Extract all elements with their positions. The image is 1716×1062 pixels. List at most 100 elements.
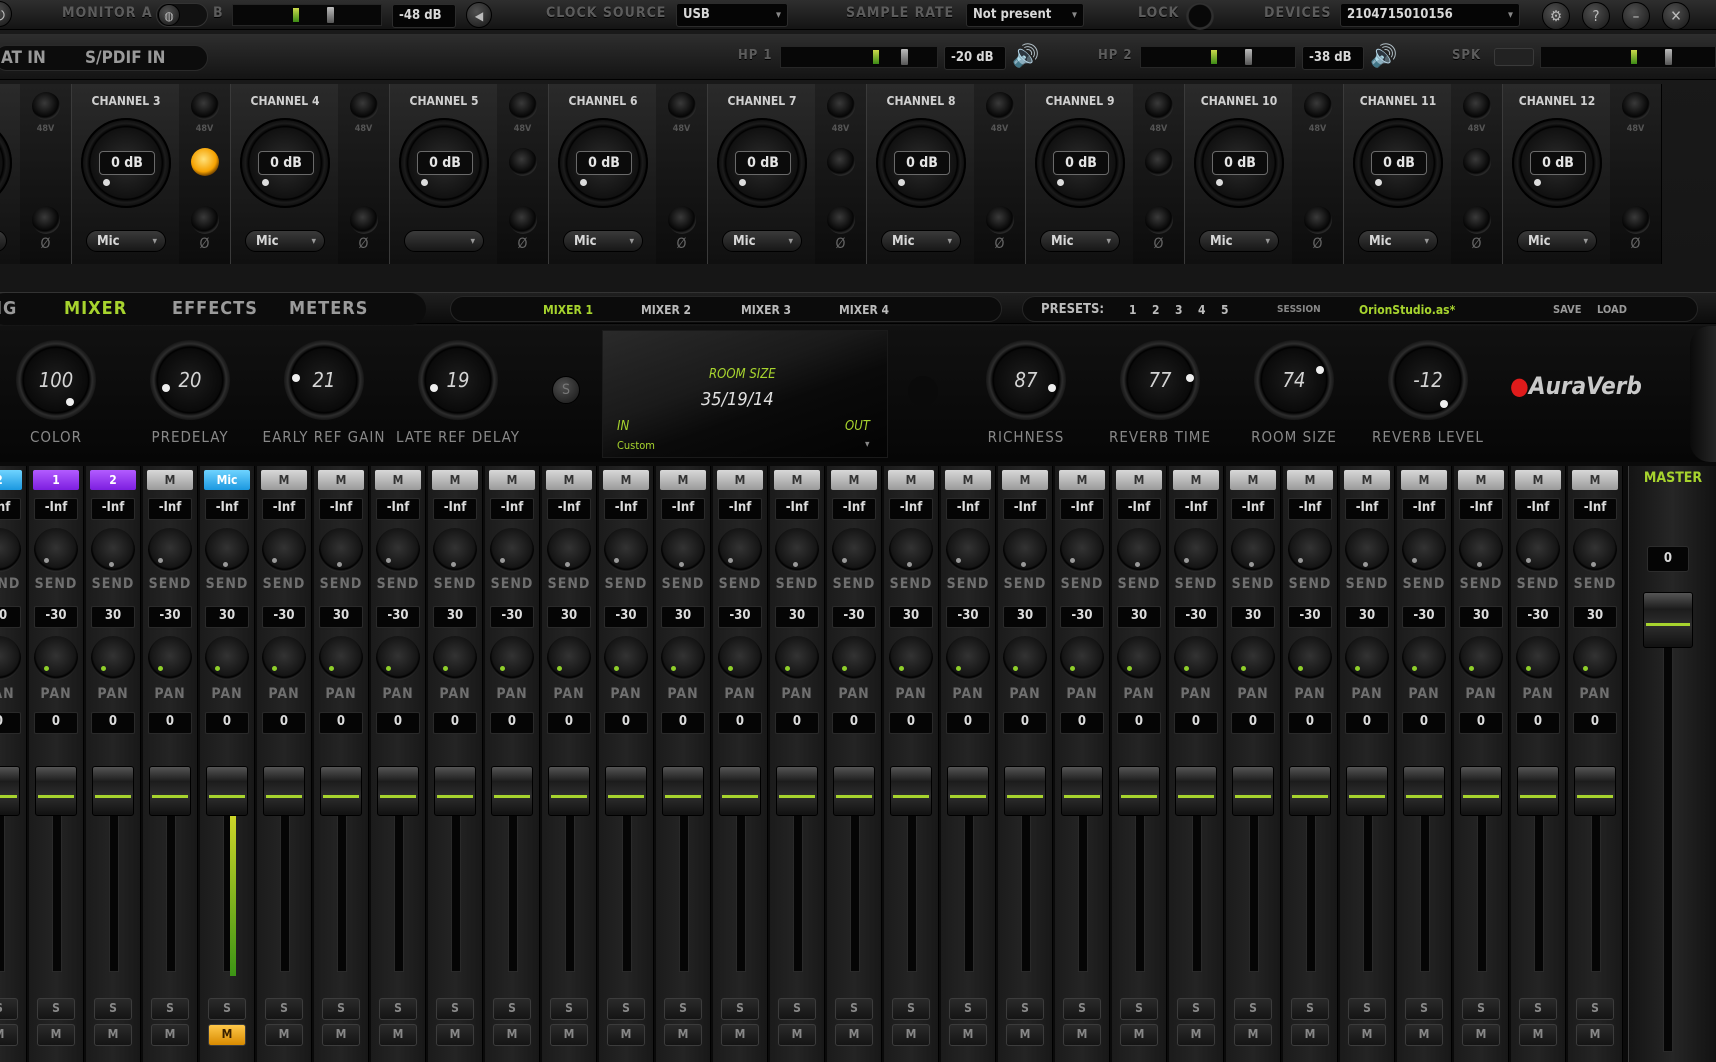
mix-assign-button[interactable]: Mic — [204, 470, 250, 490]
channel-fader[interactable] — [1232, 766, 1274, 816]
phantom-power-button[interactable] — [508, 92, 537, 120]
hp1-speaker-icon[interactable]: 🔊 — [1012, 44, 1039, 69]
mix-assign-button[interactable]: 2 — [90, 470, 136, 490]
solo-button[interactable]: S — [1006, 998, 1044, 1020]
pan-knob[interactable] — [832, 636, 876, 680]
solo-button[interactable]: S — [1234, 998, 1272, 1020]
pan-knob[interactable] — [376, 636, 420, 680]
send-knob[interactable] — [148, 528, 192, 572]
input-type-select[interactable]: Mic — [245, 230, 325, 253]
solo-button[interactable]: S — [151, 998, 189, 1020]
display-preset-chevron-icon[interactable]: ▾ — [865, 439, 870, 450]
send-knob[interactable] — [262, 528, 306, 572]
link-button[interactable] — [1303, 206, 1332, 234]
phase-invert-icon[interactable]: Ø — [833, 236, 849, 252]
device-select[interactable]: 2104715010156 — [1340, 3, 1520, 27]
channel-fader[interactable] — [434, 766, 476, 816]
mix-assign-button[interactable]: M — [1344, 470, 1390, 490]
channel-fader[interactable] — [1460, 766, 1502, 816]
send-knob[interactable] — [889, 528, 933, 572]
preset-2-button[interactable]: 2 — [1152, 297, 1160, 323]
tab-spdif-in[interactable]: S/PDIF IN — [85, 48, 165, 68]
mix-assign-button[interactable]: M — [660, 470, 706, 490]
mix-assign-button[interactable]: M — [945, 470, 991, 490]
mute-button[interactable]: M — [379, 1024, 417, 1046]
channel-fader[interactable] — [719, 766, 761, 816]
pan-knob[interactable] — [1231, 636, 1275, 680]
pan-knob[interactable] — [718, 636, 762, 680]
speaker-mute-icon[interactable]: ◀ — [466, 2, 492, 28]
mute-button[interactable]: M — [1291, 1024, 1329, 1046]
send-knob[interactable] — [775, 528, 819, 572]
mute-button[interactable]: M — [493, 1024, 531, 1046]
pan-knob[interactable] — [661, 636, 705, 680]
pan-knob[interactable] — [1402, 636, 1446, 680]
solo-button[interactable]: S — [0, 998, 18, 1020]
mute-button[interactable]: M — [607, 1024, 645, 1046]
send-knob[interactable] — [319, 528, 363, 572]
send-knob[interactable] — [1459, 528, 1503, 572]
tab-effects[interactable]: EFFECTS — [172, 293, 258, 325]
pan-knob[interactable] — [148, 636, 192, 680]
pad-button[interactable] — [1144, 148, 1173, 176]
channel-fader[interactable] — [1118, 766, 1160, 816]
phase-invert-icon[interactable]: Ø — [356, 236, 372, 252]
channel-fader[interactable] — [1574, 766, 1616, 816]
solo-button[interactable]: S — [208, 998, 246, 1020]
clock-source-select[interactable]: USB — [676, 3, 788, 27]
mix-assign-button[interactable]: M — [375, 470, 421, 490]
channel-fader[interactable] — [1403, 766, 1445, 816]
channel-fader[interactable] — [1175, 766, 1217, 816]
mute-button[interactable]: M — [37, 1024, 75, 1046]
channel-fader[interactable] — [833, 766, 875, 816]
link-button[interactable] — [190, 206, 219, 234]
send-knob[interactable] — [547, 528, 591, 572]
input-type-select[interactable]: Mic — [1040, 230, 1120, 253]
pan-knob[interactable] — [0, 636, 21, 680]
send-knob[interactable] — [376, 528, 420, 572]
send-knob[interactable] — [433, 528, 477, 572]
pan-knob[interactable] — [262, 636, 306, 680]
gain-knob[interactable]: 0 dB — [876, 118, 966, 208]
channel-fader[interactable] — [1289, 766, 1331, 816]
solo-button[interactable]: S — [1177, 998, 1215, 1020]
power-icon[interactable]: ⏻ — [0, 1, 12, 27]
link-button[interactable] — [349, 206, 378, 234]
mute-button[interactable]: M — [1519, 1024, 1557, 1046]
pad-button[interactable] — [1462, 148, 1491, 176]
save-button[interactable]: SAVE — [1553, 297, 1581, 323]
phase-invert-icon[interactable]: Ø — [515, 236, 531, 252]
input-type-select[interactable]: Mic — [1358, 230, 1438, 253]
master-fader[interactable] — [1643, 592, 1693, 648]
mute-button[interactable]: M — [0, 1024, 18, 1046]
sample-rate-select[interactable]: Not present — [966, 3, 1084, 27]
mix-assign-button[interactable]: M — [1515, 470, 1561, 490]
tab-mixer-3[interactable]: MIXER 3 — [741, 297, 791, 323]
mix-assign-button[interactable]: M — [831, 470, 877, 490]
mute-button[interactable]: M — [1006, 1024, 1044, 1046]
channel-fader[interactable] — [1346, 766, 1388, 816]
channel-fader[interactable] — [1517, 766, 1559, 816]
input-type-select[interactable]: Mic — [722, 230, 802, 253]
mix-assign-button[interactable]: M — [717, 470, 763, 490]
send-knob[interactable] — [604, 528, 648, 572]
channel-fader[interactable] — [491, 766, 533, 816]
mute-button[interactable]: M — [322, 1024, 360, 1046]
phantom-power-button[interactable] — [826, 92, 855, 120]
solo-button[interactable]: S — [1405, 998, 1443, 1020]
reverb-knob[interactable]: 20 — [150, 340, 230, 420]
tab-mixer-4[interactable]: MIXER 4 — [839, 297, 889, 323]
gain-knob[interactable]: 0 dB — [81, 118, 171, 208]
input-type-select[interactable] — [0, 230, 7, 252]
solo-button[interactable]: S — [1348, 998, 1386, 1020]
load-button[interactable]: LOAD — [1597, 297, 1627, 323]
channel-fader[interactable] — [890, 766, 932, 816]
display-preset[interactable]: Custom — [617, 439, 655, 452]
send-knob[interactable] — [1174, 528, 1218, 572]
channel-fader[interactable] — [92, 766, 134, 816]
reverb-knob[interactable]: 19 — [418, 340, 498, 420]
spk-toggle[interactable] — [1494, 48, 1534, 66]
pad-button[interactable] — [508, 148, 537, 176]
tab-meters[interactable]: METERS — [289, 293, 368, 325]
phantom-power-button[interactable] — [1462, 92, 1491, 120]
